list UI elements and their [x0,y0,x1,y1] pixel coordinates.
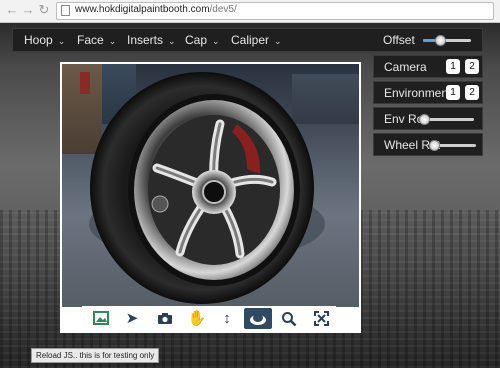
menu-bar: Hoop ⌄ Face ⌄ Inserts ⌄ Cap ⌄ Caliper ⌄ Offse… [12,28,483,52]
env-rot-slider[interactable] [419,114,474,125]
camera-label: Camera [384,60,427,74]
camera-panel: Camera 1 2 [373,55,483,78]
menu-caliper[interactable]: Caliper ⌄ [231,33,282,47]
environment-label: Environment [384,86,452,100]
address-bar[interactable]: www.hokdigitalpaintbooth.com/dev5/ [56,2,494,20]
offset-slider-knob[interactable] [434,35,446,46]
back-arrow-icon[interactable]: ← [4,2,20,18]
orbit-eye-icon[interactable] [244,308,272,329]
wheel-rot-slider[interactable] [428,140,476,151]
environment-2-button[interactable]: 2 [465,85,479,100]
chevron-down-icon: ⌄ [108,36,117,46]
url-text: www.hokdigitalpaintbooth.com/dev5/ [75,4,237,15]
chevron-down-icon: ⌄ [212,36,220,46]
url-path: /dev5/ [209,4,237,15]
menu-face[interactable]: Face ⌄ [77,33,116,47]
wheel-rot-panel: Wheel Rot [373,133,483,156]
chevron-down-icon: ⌄ [168,36,176,46]
browser-toolbar: ← → ↻ www.hokdigitalpaintbooth.com/dev5/ [0,0,500,23]
viewer-toolbar: ➤ ✋ ↕ [82,306,336,331]
zoom-magnifier-icon[interactable] [278,308,300,329]
menu-hoop-label: Hoop [24,33,53,47]
menu-face-label: Face [77,33,104,47]
hand-pan-icon[interactable]: ✋ [186,308,208,329]
offset-label: Offset [383,33,415,47]
forward-arrow-icon[interactable]: → [20,2,36,18]
camera-1-button[interactable]: 1 [446,59,460,74]
page-icon [61,5,70,16]
pointer-icon[interactable]: ➤ [121,308,143,329]
env-rot-slider-knob[interactable] [419,114,430,125]
wheel-rot-slider-knob[interactable] [428,140,440,151]
viewer-canvas[interactable] [62,64,359,307]
url-host: www.hokdigitalpaintbooth.com [75,4,210,15]
menu-inserts[interactable]: Inserts ⌄ [127,33,176,47]
reload-icon[interactable]: ↻ [36,2,52,18]
menu-hoop[interactable]: Hoop ⌄ [24,33,65,47]
dolly-arrows-icon[interactable]: ↕ [216,308,238,329]
camera-2-button[interactable]: 2 [465,59,479,74]
chevron-down-icon: ⌄ [57,36,66,46]
chevron-down-icon: ⌄ [274,36,282,46]
menu-inserts-label: Inserts [127,33,164,47]
wheel-render [89,72,325,304]
offset-slider[interactable] [423,35,471,46]
environment-1-button[interactable]: 1 [446,85,460,100]
environment-panel: Environment 1 2 [373,81,483,104]
wheel-viewer [60,62,361,333]
camera-icon[interactable] [154,308,176,329]
env-rot-panel: Env Rot [373,107,483,130]
reload-tooltip: Reload JS.. this is for testing only [31,348,160,363]
fullscreen-icon[interactable] [310,308,332,329]
menu-caliper-label: Caliper [231,33,270,47]
menu-cap-label: Cap [185,33,208,47]
image-icon[interactable] [90,308,112,329]
menu-cap[interactable]: Cap ⌄ [185,33,220,47]
